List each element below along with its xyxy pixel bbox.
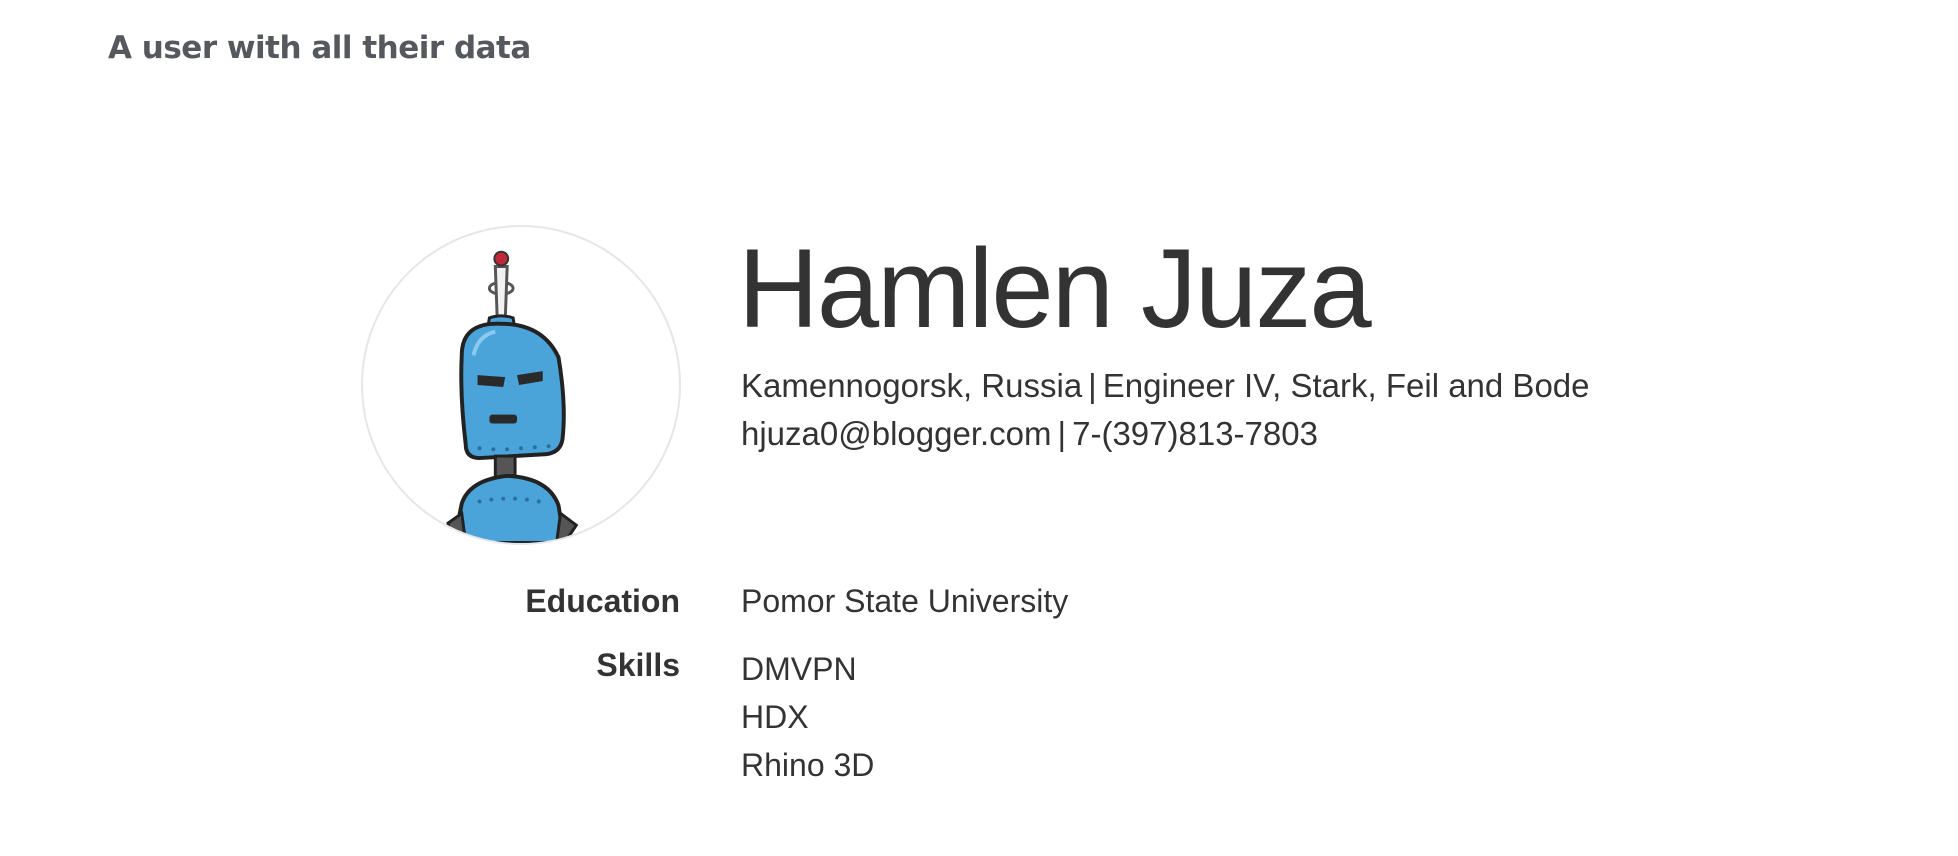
user-location: Kamennogorsk, Russia [741, 367, 1083, 404]
skill-item: DMVPN [741, 651, 857, 687]
education-value: Pomor State University [741, 583, 1069, 619]
skill-item: HDX [741, 699, 809, 735]
user-email: hjuza0@blogger.com [741, 415, 1052, 452]
separator: | [1057, 415, 1067, 452]
skills-list: DMVPN HDX Rhino 3D [741, 645, 874, 789]
education-label: Education [525, 583, 680, 619]
page-heading: A user with all their data [108, 30, 531, 66]
separator: | [1088, 367, 1097, 404]
user-phone: 7-(397)813-7803 [1072, 415, 1318, 452]
user-name: Hamlen Juza [738, 226, 1372, 351]
skill-item: Rhino 3D [741, 747, 875, 783]
skills-label: Skills [596, 647, 680, 683]
robot-avatar-icon [446, 250, 579, 543]
avatar [361, 225, 681, 545]
user-job: Engineer IV, Stark, Feil and Bode [1102, 367, 1590, 404]
location-job-line: Kamennogorsk, Russia | Engineer IV, Stark,… [741, 366, 1590, 406]
contact-line: hjuza0@blogger.com | 7-(397)813-7803 [741, 414, 1318, 454]
